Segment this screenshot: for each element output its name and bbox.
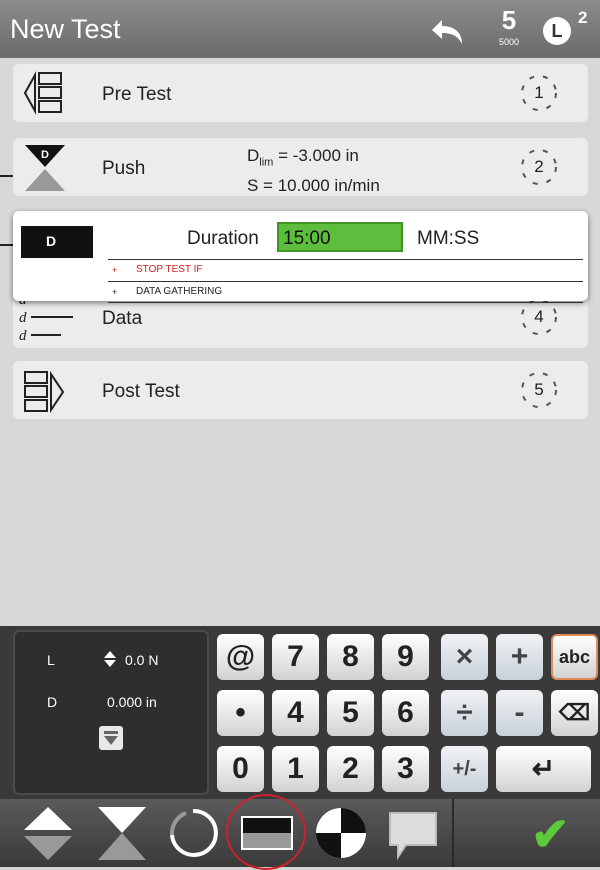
key-at[interactable]: @ — [217, 634, 264, 680]
hold-step-editor: D Duration 15:00 MM:SS + STOP TEST IF + … — [13, 211, 588, 303]
undo-icon[interactable] — [424, 10, 466, 48]
connector-line — [0, 244, 14, 246]
key-minus[interactable]: - — [496, 690, 543, 736]
key-3[interactable]: 3 — [382, 746, 429, 792]
pre-test-icon — [23, 71, 62, 115]
key-plus-minus[interactable]: +/- — [441, 746, 488, 792]
step-label: Pre Test — [102, 84, 172, 105]
svg-text:d: d — [19, 310, 27, 326]
connector-line — [0, 175, 14, 177]
mode-indicator[interactable]: 5 — [497, 7, 521, 33]
step-push[interactable]: D Push Dlim = -3.000 in S = 10.000 in/mi… — [13, 138, 588, 196]
key-9[interactable]: 9 — [382, 634, 429, 680]
key-decimal[interactable]: • — [217, 690, 264, 736]
push-icon: D — [25, 145, 65, 191]
ramp-step-icon[interactable] — [164, 803, 222, 863]
enter-key[interactable]: ↵ — [496, 746, 591, 792]
step-label: Data — [102, 308, 143, 329]
load-label: L — [47, 652, 55, 668]
hold-icon: D — [21, 226, 93, 258]
duration-label: Duration — [187, 228, 259, 249]
step-number: 5 — [534, 380, 544, 399]
expand-icon: + — [112, 265, 118, 275]
step-number-badge: 4 — [520, 298, 558, 336]
break-step-icon[interactable] — [312, 803, 370, 863]
duration-unit: MM:SS — [417, 228, 480, 249]
step-number-badge: 1 — [520, 74, 558, 112]
data-gathering-row[interactable]: + DATA GATHERING — [108, 281, 583, 303]
key-0[interactable]: 0 — [217, 746, 264, 792]
stop-test-label: STOP TEST IF — [136, 264, 203, 275]
stop-test-if-row[interactable]: + STOP TEST IF — [108, 259, 583, 282]
step-number: 4 — [534, 307, 544, 326]
key-abc[interactable]: abc — [551, 634, 598, 680]
key-divide[interactable]: ÷ — [441, 690, 488, 736]
svg-text:d: d — [19, 328, 27, 344]
load-badge-count: 2 — [578, 8, 588, 27]
message-step-icon[interactable] — [384, 803, 442, 863]
displacement-limit: Dlim = -3.000 in — [247, 146, 359, 169]
expand-icon: + — [112, 287, 118, 297]
up-down-arrows-icon — [104, 651, 116, 667]
post-test-icon — [24, 370, 65, 414]
mode-sub-label: 5000 — [498, 37, 520, 47]
toolbar-divider — [452, 799, 454, 867]
step-post-test[interactable]: Post Test 5 — [13, 361, 588, 419]
step-number: 1 — [534, 83, 544, 102]
key-7[interactable]: 7 — [272, 634, 319, 680]
duration-input[interactable]: 15:00 — [277, 222, 403, 252]
step-number-badge: 5 — [520, 371, 558, 409]
key-multiply[interactable]: × — [441, 634, 488, 680]
data-gathering-label: DATA GATHERING — [136, 286, 223, 297]
speed-value: S = 10.000 in/min — [247, 176, 380, 196]
step-label: Push — [102, 158, 146, 179]
step-number: 2 — [534, 157, 544, 176]
key-2[interactable]: 2 — [327, 746, 374, 792]
key-8[interactable]: 8 — [327, 634, 374, 680]
step-pre-test[interactable]: Pre Test 1 — [13, 64, 588, 122]
displacement-label: D — [47, 694, 58, 710]
key-4[interactable]: 4 — [272, 690, 319, 736]
key-5[interactable]: 5 — [327, 690, 374, 736]
cycle-step-icon[interactable] — [20, 803, 76, 863]
load-value: 0.0 N — [125, 652, 159, 668]
step-label: Post Test — [102, 381, 180, 402]
live-readout: L 0.0 N D 0.000 in — [13, 630, 209, 795]
checkmark-icon[interactable]: ✔ — [531, 811, 570, 857]
key-6[interactable]: 6 — [382, 690, 429, 736]
key-1[interactable]: 1 — [272, 746, 319, 792]
svg-text:D: D — [41, 149, 49, 161]
zero-button[interactable] — [99, 726, 123, 750]
key-plus[interactable]: + — [496, 634, 543, 680]
highlight-ring — [226, 794, 306, 870]
backspace-key[interactable]: ⌫ — [551, 690, 598, 736]
displacement-value: 0.000 in — [107, 694, 157, 710]
zero-icon — [104, 731, 118, 745]
step-number-badge: 2 — [520, 148, 558, 186]
title-bar: New Test 5 5000 L 2 — [0, 0, 600, 58]
push-parameters: Dlim = -3.000 in S = 10.000 in/min — [247, 144, 380, 198]
page-title: New Test — [10, 14, 121, 44]
push-step-icon[interactable] — [94, 803, 150, 863]
load-badge[interactable]: L — [543, 17, 571, 45]
test-steps-area: Pre Test 1 D Push Dlim = -3.000 in S = 1… — [0, 58, 600, 626]
